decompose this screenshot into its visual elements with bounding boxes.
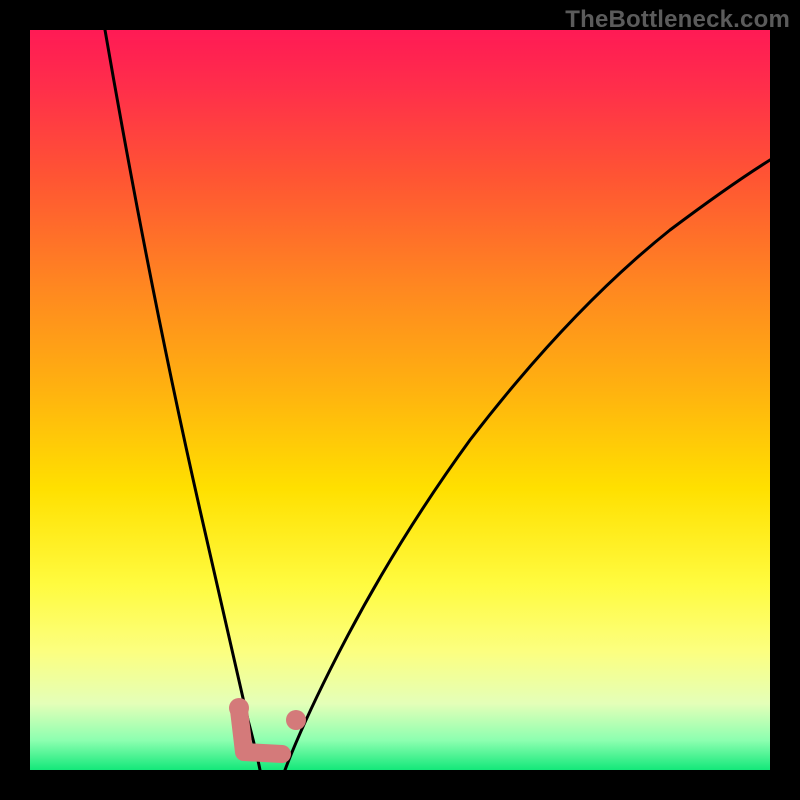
watermark-text: TheBottleneck.com <box>565 6 790 34</box>
valley-marker <box>239 710 282 754</box>
valley-marker-dot-right <box>286 710 306 730</box>
curve-left-branch <box>105 30 260 770</box>
plot-area <box>30 30 770 770</box>
curve-right-branch <box>285 160 770 770</box>
valley-marker-dot-left <box>229 698 249 718</box>
chart-frame: TheBottleneck.com <box>0 0 800 800</box>
curve-layer <box>30 30 770 770</box>
